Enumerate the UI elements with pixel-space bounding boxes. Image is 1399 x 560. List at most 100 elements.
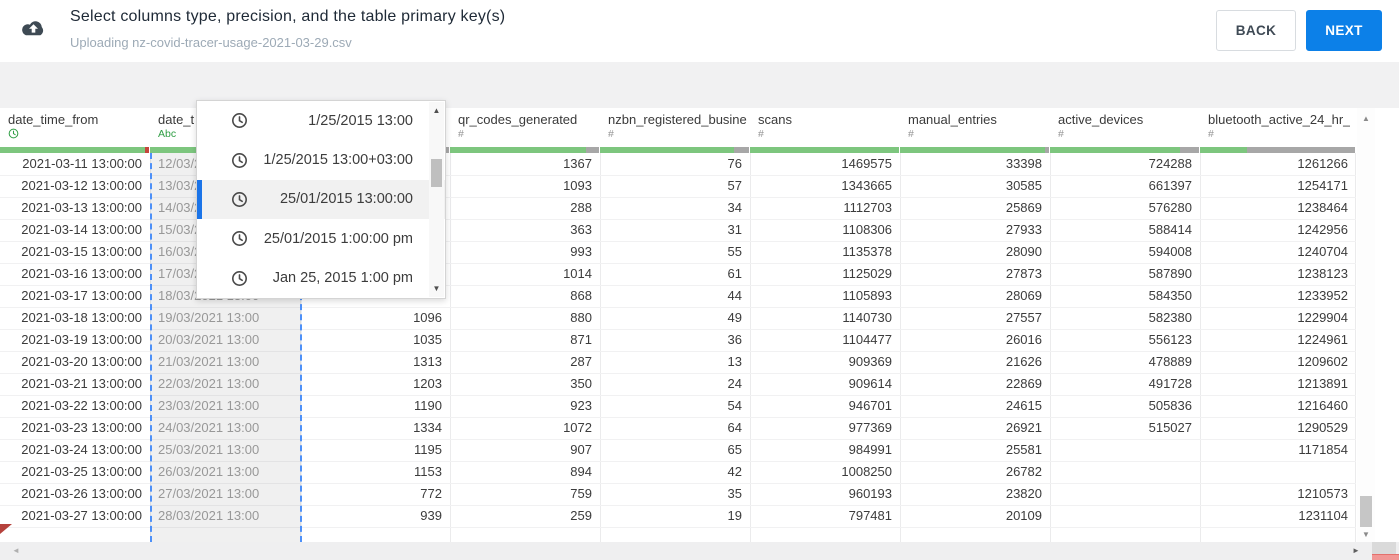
format-option[interactable]: 25/01/2015 1:00:00 pm <box>197 219 445 258</box>
table-cell: 1190 <box>414 398 442 413</box>
table-cell: 1343665 <box>841 178 892 193</box>
table-row: 2021-03-27 13:00:00 28/03/2021 13:00 939 25… <box>0 505 1356 527</box>
table-cell: 34 <box>727 200 742 215</box>
table-cell: 505836 <box>1148 398 1192 413</box>
scroll-down-icon[interactable]: ▼ <box>1357 530 1375 539</box>
clock-icon <box>231 270 248 287</box>
dropdown-scrollbar-thumb[interactable] <box>431 159 442 187</box>
column-header-date_time_from[interactable]: date_time_from <box>0 108 150 153</box>
table-cell: 923 <box>570 398 592 413</box>
table-cell: 2021-03-13 13:00:00 <box>21 200 142 215</box>
table-cell: 993 <box>570 244 592 259</box>
table-cell: 26921 <box>1005 420 1042 435</box>
column-header-scans[interactable]: scans # <box>750 108 900 153</box>
column-header-nzbn_registered_busine[interactable]: nzbn_registered_busine # <box>600 108 750 153</box>
column-header-manual_entries[interactable]: manual_entries # <box>900 108 1050 153</box>
table-cell: 19 <box>727 508 742 523</box>
table-row: 2021-03-26 13:00:00 27/03/2021 13:00 772 75… <box>0 483 1356 505</box>
table-cell: 2021-03-23 13:00:00 <box>21 420 142 435</box>
table-row: 2021-03-25 13:00:00 26/03/2021 13:00 1153 8… <box>0 461 1356 483</box>
horizontal-scrollbar[interactable]: ◄ ► <box>0 542 1399 560</box>
column-name: bluetooth_active_24_hr_ <box>1208 112 1351 127</box>
table-cell <box>1050 505 1200 527</box>
column-header-active_devices[interactable]: active_devices # <box>1050 108 1200 153</box>
table-cell: 1203 <box>413 376 442 391</box>
text-type-label: Abc <box>158 128 177 140</box>
column-header-qr_codes_generated[interactable]: qr_codes_generated # <box>450 108 600 153</box>
table-cell: 759 <box>570 486 592 501</box>
scroll-left-icon[interactable]: ◄ <box>12 546 20 555</box>
table-cell: 30585 <box>1005 178 1042 193</box>
table-cell: 24 <box>727 376 742 391</box>
number-type-label: # <box>908 128 914 140</box>
table-cell: 25/03/2021 13:00 <box>158 442 260 457</box>
table-cell: 26/03/2021 13:00 <box>158 464 260 479</box>
table-cell: 288 <box>570 200 592 215</box>
format-option-label: 25/01/2015 1:00:00 pm <box>263 230 413 247</box>
upload-filename-subtitle: Uploading nz-covid-tracer-usage-2021-03-… <box>70 35 352 50</box>
table-cell: 13 <box>727 354 742 369</box>
table-cell: 1313 <box>413 354 442 369</box>
vertical-scrollbar-thumb[interactable] <box>1360 496 1372 527</box>
table-cell: 1469575 <box>841 156 892 171</box>
table-cell: 1231104 <box>1298 508 1348 523</box>
table-cell: 909369 <box>848 354 892 369</box>
table-cell: 2021-03-16 13:00:00 <box>21 266 142 281</box>
scroll-right-icon[interactable]: ► <box>1352 546 1360 555</box>
table-cell: 939 <box>420 508 442 523</box>
table-cell: 556123 <box>1148 332 1192 347</box>
table-cell: 26782 <box>1005 464 1042 479</box>
table-cell: 36 <box>727 332 742 347</box>
table-cell: 1240704 <box>1297 244 1348 259</box>
column-name: nzbn_registered_busine <box>608 112 747 127</box>
table-cell: 350 <box>570 376 592 391</box>
format-option[interactable]: 25/01/2015 13:00:00 <box>197 179 445 220</box>
table-row: 2021-03-24 13:00:00 25/03/2021 13:00 1195 9… <box>0 439 1356 461</box>
table-row: 2021-03-23 13:00:00 24/03/2021 13:00 1334 1… <box>0 417 1356 439</box>
column-name: manual_entries <box>908 112 997 127</box>
table-cell: 33398 <box>1005 156 1042 171</box>
table-cell: 57 <box>727 178 742 193</box>
table-cell: 2021-03-24 13:00:00 <box>21 442 142 457</box>
table-cell: 584350 <box>1148 288 1192 303</box>
vertical-scrollbar[interactable]: ▲ ▼ <box>1357 108 1375 542</box>
number-type-label: # <box>1058 128 1064 140</box>
table-cell: 2021-03-26 13:00:00 <box>21 486 142 501</box>
scroll-up-icon[interactable]: ▲ <box>1357 114 1375 123</box>
table-cell: 977369 <box>848 420 892 435</box>
number-type-label: # <box>608 128 614 140</box>
next-button[interactable]: NEXT <box>1306 10 1382 51</box>
scroll-down-icon[interactable]: ▼ <box>429 284 444 293</box>
table-cell: 27873 <box>1005 266 1042 281</box>
dropdown-scrollbar[interactable]: ▲ ▼ <box>429 102 444 297</box>
format-option[interactable]: 1/25/2015 13:00 <box>197 101 445 140</box>
table-cell: 2021-03-15 13:00:00 <box>21 244 142 259</box>
table-cell: 1105893 <box>842 288 892 303</box>
column-header-bluetooth_active_24_hr_[interactable]: bluetooth_active_24_hr_ # <box>1200 108 1356 153</box>
table-cell: 2021-03-20 13:00:00 <box>21 354 142 369</box>
table-cell <box>1200 461 1356 483</box>
column-name: qr_codes_generated <box>458 112 578 127</box>
table-cell: 23820 <box>1005 486 1042 501</box>
table-cell: 65 <box>727 442 742 457</box>
table-cell: 1238123 <box>1297 266 1348 281</box>
table-cell: 1072 <box>563 420 592 435</box>
table-cell: 363 <box>570 222 592 237</box>
table-cell: 582380 <box>1148 310 1192 325</box>
table-cell: 1153 <box>414 464 442 479</box>
table-cell: 27/03/2021 13:00 <box>158 486 260 501</box>
format-option[interactable]: 1/25/2015 13:00+03:00 <box>197 140 445 179</box>
table-cell: 24615 <box>1005 398 1042 413</box>
table-cell: 1229904 <box>1297 310 1348 325</box>
column-name: scans <box>758 112 792 127</box>
table-cell: 27933 <box>1005 222 1042 237</box>
table-cell: 28069 <box>1005 288 1042 303</box>
column-name: active_devices <box>1058 112 1144 127</box>
scroll-up-icon[interactable]: ▲ <box>429 106 444 115</box>
table-row: 2021-03-22 13:00:00 23/03/2021 13:00 1190 9… <box>0 395 1356 417</box>
format-option[interactable]: Jan 25, 2015 1:00 pm <box>197 259 445 298</box>
table-row: 2021-03-20 13:00:00 21/03/2021 13:00 1313 2… <box>0 351 1356 373</box>
table-cell: 49 <box>727 310 742 325</box>
back-button[interactable]: BACK <box>1216 10 1296 51</box>
table-cell: 1242956 <box>1297 222 1348 237</box>
